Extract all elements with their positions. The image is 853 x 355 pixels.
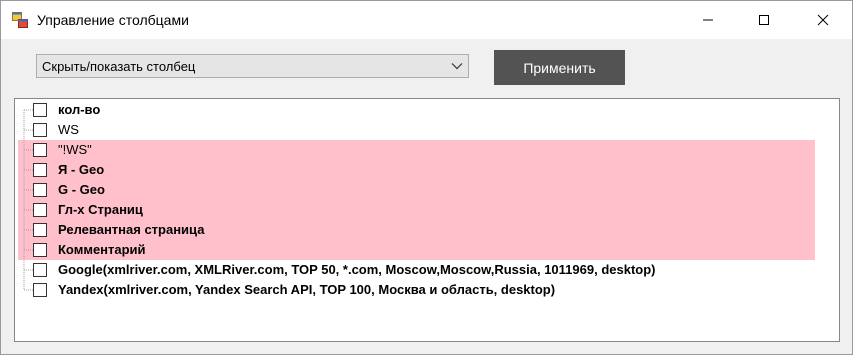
tree-item-checkbox[interactable] <box>33 103 47 117</box>
close-icon <box>817 14 829 26</box>
tree-item-label: Комментарий <box>58 242 146 257</box>
maximize-icon <box>758 14 770 26</box>
mode-select-value: Скрыть/показать столбец <box>42 58 196 74</box>
tree-item-ws[interactable]: WS <box>15 120 795 140</box>
tree-item-checkbox[interactable] <box>33 203 47 217</box>
tree-item-label: G - Geo <box>58 182 105 197</box>
tree-item-pages[interactable]: Гл-х Страниц <box>15 200 795 220</box>
mode-select[interactable]: Скрыть/показать столбец <box>36 54 469 78</box>
tree-item-label: WS <box>58 122 79 137</box>
tree-item-checkbox[interactable] <box>33 283 47 297</box>
tree-item-checkbox[interactable] <box>33 123 47 137</box>
tree-item-g-geo[interactable]: G - Geo <box>15 180 795 200</box>
tree-item-checkbox[interactable] <box>33 263 47 277</box>
close-button[interactable] <box>800 1 846 39</box>
tree-item-label: Релевантная страница <box>58 222 205 237</box>
tree-item-checkbox[interactable] <box>33 183 47 197</box>
minimize-icon <box>702 14 714 26</box>
minimize-button[interactable] <box>685 1 731 39</box>
title-bar[interactable]: Управление столбцами <box>1 1 852 39</box>
tree-item-label: кол-во <box>58 102 101 117</box>
maximize-button[interactable] <box>741 1 787 39</box>
apply-button[interactable]: Применить <box>494 50 625 85</box>
column-manager-window: Управление столбцами Скрыть/показать сто… <box>0 0 853 355</box>
tree-item-checkbox[interactable] <box>33 163 47 177</box>
tree-item-google[interactable]: Google(xmlriver.com, XMLRiver.com, TOP 5… <box>15 260 795 280</box>
app-window-icon <box>12 12 28 28</box>
tree-item-label: Я - Geo <box>58 162 105 177</box>
tree-item-yandex[interactable]: Yandex(xmlriver.com, Yandex Search API, … <box>15 280 795 300</box>
tree-item-ya-geo[interactable]: Я - Geo <box>15 160 795 180</box>
tree-item-label: Google(xmlriver.com, XMLRiver.com, TOP 5… <box>58 262 656 277</box>
tree-item-not-ws[interactable]: "!WS" <box>15 140 795 160</box>
tree-item-label: Гл-х Страниц <box>58 202 143 217</box>
tree-item-relevant-page[interactable]: Релевантная страница <box>15 220 795 240</box>
tree-item-checkbox[interactable] <box>33 243 47 257</box>
tree-item-checkbox[interactable] <box>33 223 47 237</box>
tree-item-kol-vo[interactable]: кол-во <box>15 100 795 120</box>
toolbar: Скрыть/показать столбец Применить <box>1 39 852 95</box>
column-tree[interactable]: кол-во WS "!WS" Я - Geo G - Geo Гл-х Стр… <box>14 98 840 342</box>
tree-item-label: "!WS" <box>58 142 92 157</box>
tree-item-comment[interactable]: Комментарий <box>15 240 795 260</box>
chevron-down-icon[interactable] <box>446 55 468 77</box>
window-title: Управление столбцами <box>37 12 189 28</box>
tree-item-checkbox[interactable] <box>33 143 47 157</box>
tree-item-label: Yandex(xmlriver.com, Yandex Search API, … <box>58 282 556 297</box>
